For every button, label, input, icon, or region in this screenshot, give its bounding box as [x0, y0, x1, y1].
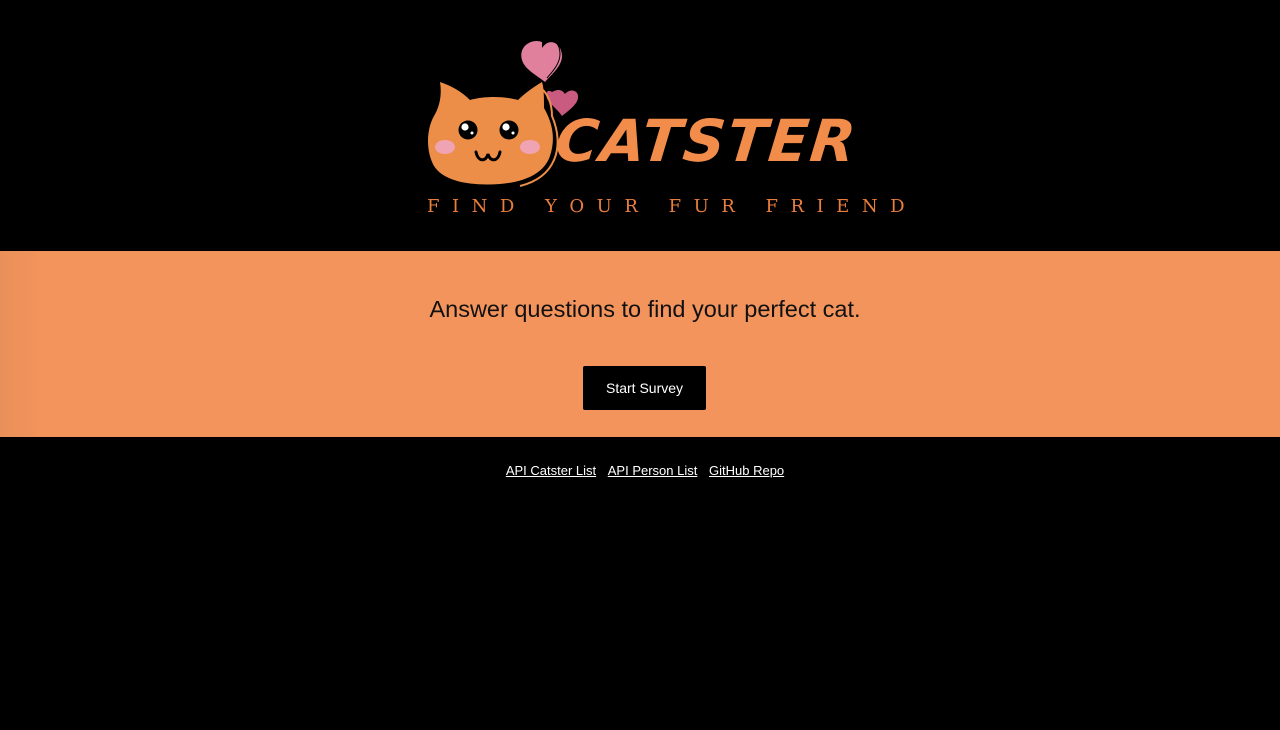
hero-band: Answer questions to find your perfect ca… — [0, 251, 1280, 437]
logo-wordmark: CATSTER — [552, 107, 861, 175]
site-header: CATSTER FIND YOUR FUR FRIEND — [0, 0, 1280, 251]
api-catster-list-link[interactable]: API Catster List — [506, 463, 596, 478]
hero-headline: Answer questions to find your perfect ca… — [429, 296, 861, 322]
big-heart-icon — [521, 38, 562, 82]
page: CATSTER FIND YOUR FUR FRIEND Answer ques… — [0, 0, 1280, 730]
site-footer: API Catster List API Person List GitHub … — [0, 463, 1280, 478]
api-person-list-link[interactable]: API Person List — [608, 463, 698, 478]
cat-face-icon — [428, 82, 559, 187]
logo-tagline: FIND YOUR FUR FRIEND — [427, 196, 917, 217]
catster-logo: CATSTER FIND YOUR FUR FRIEND — [420, 34, 905, 224]
github-repo-link[interactable]: GitHub Repo — [709, 463, 784, 478]
start-survey-button[interactable]: Start Survey — [583, 366, 706, 410]
